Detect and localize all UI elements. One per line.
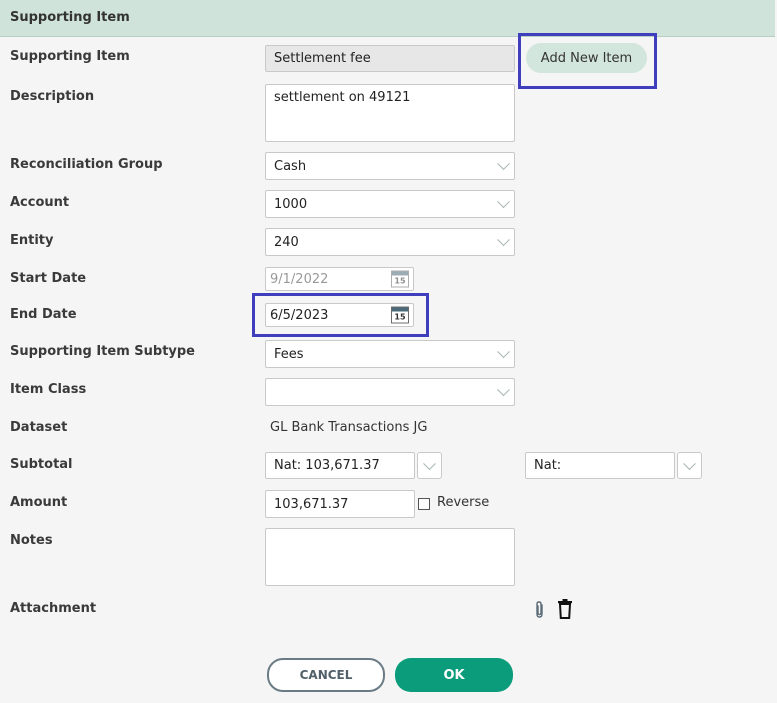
reconciliation-group-select[interactable]: Cash — [265, 152, 515, 180]
description-textarea[interactable]: settlement on 49121 — [265, 84, 515, 142]
supporting-item-value: Settlement fee — [274, 51, 371, 66]
notes-textarea[interactable] — [265, 528, 515, 586]
chevron-down-icon — [497, 195, 510, 209]
start-date-input[interactable]: 9/1/2022 15 — [265, 267, 414, 291]
dialog-header: Supporting Item — [0, 0, 775, 37]
item-class-select[interactable] — [265, 378, 515, 406]
chevron-down-icon — [497, 233, 510, 247]
subtype-select[interactable]: Fees — [265, 340, 515, 368]
supporting-item-label: Supporting Item — [10, 49, 130, 64]
reconciliation-group-value: Cash — [274, 158, 307, 174]
amount-value: 103,671.37 — [274, 496, 349, 512]
end-date-input[interactable]: 6/5/2023 15 — [265, 303, 414, 327]
entity-value: 240 — [274, 234, 299, 250]
subtotal-left-value: Nat: 103,671.37 — [274, 458, 380, 473]
amount-input[interactable]: 103,671.37 — [265, 490, 415, 518]
description-label: Description — [10, 89, 95, 104]
dataset-value: GL Bank Transactions JG — [270, 420, 428, 435]
subtotal-label: Subtotal — [10, 457, 73, 472]
trash-icon[interactable] — [556, 599, 574, 619]
add-new-item-button[interactable]: Add New Item — [526, 43, 647, 73]
subtotal-left-field[interactable]: Nat: 103,671.37 — [265, 452, 415, 479]
subtotal-right-dropdown-button[interactable] — [677, 452, 702, 479]
chevron-down-icon — [497, 157, 510, 171]
cancel-button[interactable]: CANCEL — [267, 658, 385, 692]
calendar-icon[interactable]: 15 — [391, 270, 409, 288]
entity-label: Entity — [10, 233, 54, 248]
chevron-down-icon — [497, 383, 510, 397]
amount-label: Amount — [10, 495, 68, 510]
subtotal-right-value: Nat: — [534, 458, 562, 473]
chevron-down-icon — [683, 456, 696, 470]
paperclip-icon[interactable] — [533, 600, 547, 620]
dataset-label: Dataset — [10, 420, 68, 435]
calendar-icon[interactable]: 15 — [391, 306, 409, 324]
reverse-checkbox[interactable] — [418, 498, 430, 510]
reverse-label: Reverse — [437, 495, 490, 510]
reconciliation-group-label: Reconciliation Group — [10, 157, 163, 172]
subtype-value: Fees — [274, 346, 304, 362]
start-date-label: Start Date — [10, 271, 87, 286]
item-class-label: Item Class — [10, 382, 87, 397]
entity-select[interactable]: 240 — [265, 228, 515, 256]
chevron-down-icon — [423, 456, 436, 470]
supporting-item-field: Settlement fee — [265, 45, 515, 72]
chevron-down-icon — [497, 345, 510, 359]
subtotal-right-field[interactable]: Nat: — [525, 452, 675, 479]
ok-button[interactable]: OK — [395, 658, 513, 692]
account-value: 1000 — [274, 196, 308, 212]
subtotal-left-dropdown-button[interactable] — [417, 452, 442, 479]
start-date-value: 9/1/2022 — [270, 271, 329, 287]
account-select[interactable]: 1000 — [265, 190, 515, 218]
attachment-label: Attachment — [10, 601, 97, 616]
end-date-label: End Date — [10, 307, 77, 322]
account-label: Account — [10, 195, 70, 210]
dialog-title: Supporting Item — [10, 10, 130, 25]
notes-label: Notes — [10, 533, 53, 548]
subtype-label: Supporting Item Subtype — [10, 344, 196, 359]
description-value: settlement on 49121 — [274, 90, 411, 105]
end-date-value: 6/5/2023 — [270, 307, 329, 323]
